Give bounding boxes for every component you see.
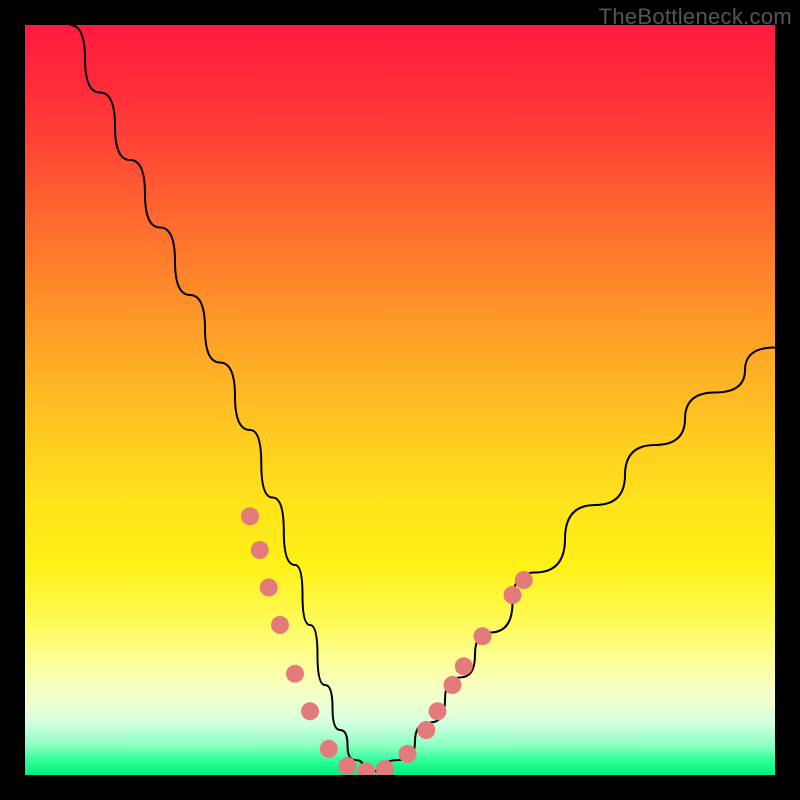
data-marker — [417, 721, 435, 739]
watermark-text: TheBottleneck.com — [599, 4, 792, 30]
data-marker — [444, 676, 462, 694]
data-marker — [301, 702, 319, 720]
data-marker — [515, 571, 533, 589]
data-marker — [504, 586, 522, 604]
data-marker — [429, 702, 447, 720]
bottleneck-curve — [70, 25, 775, 771]
data-marker — [320, 740, 338, 758]
data-marker — [357, 762, 375, 775]
data-marker — [376, 760, 394, 775]
data-marker — [455, 657, 473, 675]
data-marker — [474, 627, 492, 645]
data-marker — [271, 616, 289, 634]
data-marker — [286, 665, 304, 683]
data-marker — [251, 541, 269, 559]
data-marker — [241, 507, 259, 525]
chart-svg — [25, 25, 775, 775]
data-marker — [339, 757, 357, 775]
data-marker — [260, 579, 278, 597]
data-marker — [399, 745, 417, 763]
